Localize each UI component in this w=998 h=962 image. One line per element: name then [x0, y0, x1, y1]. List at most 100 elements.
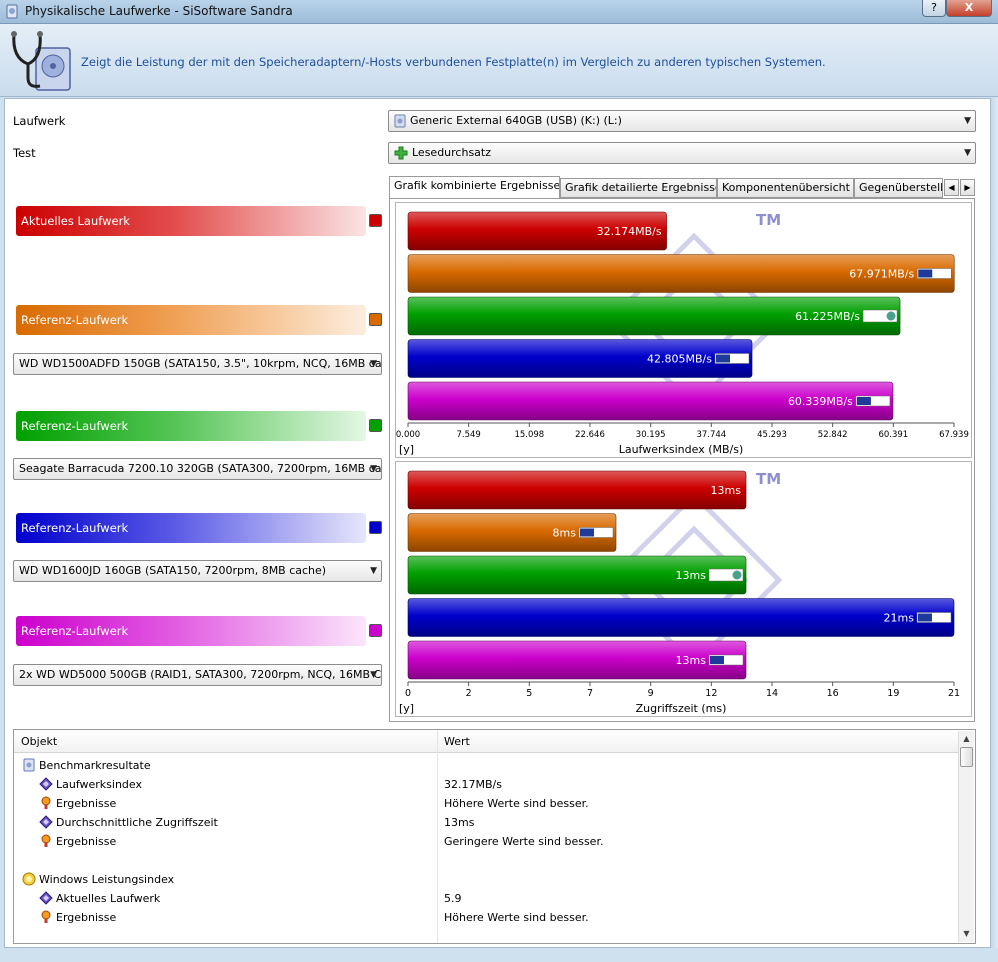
row-label: Benchmarkresultate — [39, 759, 151, 772]
access-time-chart-svg: TM 13ms 8ms 13ms 21ms 13ms 0 2 5 7 9 12 14 16 19 21 [y] Z… — [399, 470, 960, 715]
vertical-scrollbar[interactable]: ▲ ▼ — [958, 731, 974, 942]
x-tick-label: 7 — [587, 688, 593, 699]
row-label: Durchschnittliche Zugriffszeit — [56, 816, 218, 829]
tab-component-overview[interactable]: Komponentenübersicht — [717, 178, 854, 198]
reference-select-1[interactable]: WD WD1500ADFD 150GB (SATA150, 3.5", 10kr… — [13, 353, 382, 375]
test-select-value: Lesedurchsatz — [412, 146, 492, 159]
bar-value-label: 60.339MB/s — [788, 395, 853, 408]
test-select[interactable]: Lesedurchsatz ▼ — [388, 142, 976, 164]
bar-value-label: 42.805MB/s — [647, 353, 712, 366]
header-description: Zeigt die Leistung der mit den Speichera… — [81, 55, 826, 69]
access-time-chart: TM 13ms 8ms 13ms 21ms 13ms 0 2 5 7 9 12 14 16 19 21 [y] Z… — [395, 461, 972, 717]
row-value: Höhere Werte sind besser. — [444, 911, 589, 924]
help-button[interactable]: ? — [922, 0, 946, 17]
wd-logo-icon — [710, 656, 724, 664]
tab-scroll-left-icon[interactable]: ◀ — [944, 179, 959, 196]
reference-select-2[interactable]: Seagate Barracuda 7200.10 320GB (SATA300… — [13, 458, 382, 480]
column-header-value[interactable]: Wert — [437, 730, 959, 753]
bar-value-label: 67.971MB/s — [849, 268, 914, 281]
x-tick-label: 0 — [405, 688, 411, 699]
x-tick-label: 0.000 — [396, 430, 420, 440]
legend-reference-2: Referenz-Laufwerk — [16, 411, 383, 441]
x-axis-title: Laufwerksindex (MB/s) — [619, 443, 744, 456]
x-tick-label: 19 — [887, 688, 899, 699]
watermark-text: TM — [756, 470, 781, 488]
legend-label: Aktuelles Laufwerk — [21, 214, 130, 228]
legend-label: Referenz-Laufwerk — [21, 313, 129, 327]
stethoscope-drive-icon — [11, 31, 71, 91]
diamond-icon — [39, 777, 53, 791]
tab-detailed-results[interactable]: Grafik detailierte Ergebnisse — [560, 178, 717, 198]
throughput-chart: TM 32.174MB/s 67.971MB/s 61.225MB/s 42.805MB… — [395, 202, 972, 458]
row-label: Ergebnisse — [56, 911, 117, 924]
close-button[interactable]: X — [946, 0, 992, 17]
chevron-down-icon: ▼ — [370, 464, 377, 474]
reference-select-value: WD WD1600JD 160GB (SATA150, 7200rpm, 8MB… — [19, 564, 327, 577]
bar-value-label: 8ms — [553, 527, 577, 540]
row-value: 32.17MB/s — [444, 778, 502, 791]
legend-current-drive: Aktuelles Laufwerk — [16, 206, 383, 236]
title-bar: Physikalische Laufwerke - SiSoftware San… — [0, 0, 998, 24]
x-tick-label: 5 — [526, 688, 532, 699]
drive-icon — [23, 758, 35, 772]
seagate-logo-icon — [732, 570, 742, 580]
tab-scroll-right-icon[interactable]: ▶ — [960, 179, 975, 196]
legend-reference-1: Referenz-Laufwerk — [16, 305, 383, 335]
tab-comparison[interactable]: Gegenüberstellu — [854, 178, 943, 198]
x-axis-title: Zugriffszeit (ms) — [636, 702, 727, 715]
wd-logo-icon — [856, 397, 871, 405]
reference-select-4[interactable]: 2x WD WD5000 500GB (RAID1, SATA300, 7200… — [13, 664, 382, 686]
watermark-text: TM — [756, 211, 781, 229]
scrollbar-thumb[interactable] — [960, 747, 973, 767]
chevron-down-icon: ▼ — [370, 670, 377, 680]
diamond-icon — [39, 815, 53, 829]
row-value: 13ms — [444, 816, 475, 829]
column-divider — [437, 730, 438, 943]
tab-combined-results[interactable]: Grafik kombinierte Ergebnisse — [389, 176, 560, 199]
x-tick-label: 15.098 — [514, 430, 544, 440]
x-tick-label: 12 — [705, 688, 717, 699]
x-tick-label: 45.293 — [757, 430, 787, 440]
chart-area: TM 32.174MB/s 67.971MB/s 61.225MB/s 42.805MB… — [389, 198, 975, 722]
wd-logo-icon — [918, 269, 933, 278]
column-header-object[interactable]: Objekt — [14, 730, 437, 753]
drive-select[interactable]: Generic External 640GB (USB) (K:) (L:) ▼ — [388, 110, 976, 132]
x-tick-label: 16 — [827, 688, 839, 699]
results-table: Objekt Wert Benchmarkresultate Laufwerksi… — [13, 729, 976, 944]
main-panel: Laufwerk Generic External 640GB (USB) (K… — [4, 98, 991, 948]
chart-bar — [407, 598, 955, 637]
hint-icon — [41, 910, 51, 923]
drive-select-value: Generic External 640GB (USB) (K:) (L:) — [410, 114, 622, 127]
wd-logo-icon — [918, 613, 932, 622]
throughput-chart-svg: TM 32.174MB/s 67.971MB/s 61.225MB/s 42.805MB… — [396, 211, 969, 456]
scroll-up-icon[interactable]: ▲ — [959, 731, 974, 747]
corner-label: [y] — [399, 702, 414, 715]
scroll-down-icon[interactable]: ▼ — [959, 926, 974, 942]
test-label: Test — [13, 146, 36, 160]
drive-icon — [394, 114, 406, 128]
reference-select-3[interactable]: WD WD1600JD 160GB (SATA150, 7200rpm, 8MB… — [13, 560, 382, 582]
x-tick-label: 14 — [766, 688, 778, 699]
row-label: Ergebnisse — [56, 797, 117, 810]
legend-label: Referenz-Laufwerk — [21, 624, 129, 638]
bar-value-label: 13ms — [676, 569, 707, 582]
windows-icon — [22, 872, 36, 886]
row-label: Laufwerksindex — [56, 778, 143, 791]
legend-swatch — [369, 313, 382, 326]
chevron-down-icon: ▼ — [370, 566, 377, 576]
x-tick-label: 7.549 — [456, 430, 480, 440]
bar-value-label: 61.225MB/s — [795, 310, 860, 323]
bar-value-label: 13ms — [676, 654, 707, 667]
drive-label: Laufwerk — [13, 114, 66, 128]
window-title: Physikalische Laufwerke - SiSoftware San… — [25, 4, 293, 18]
legend-reference-4: Referenz-Laufwerk — [16, 616, 383, 646]
tab-strip: Grafik kombinierte Ergebnisse Grafik det… — [389, 176, 987, 199]
corner-label: [y] — [399, 443, 414, 456]
chevron-down-icon: ▼ — [964, 148, 971, 158]
window-border — [991, 98, 998, 948]
hint-icon — [41, 834, 51, 847]
x-tick-label: 52.842 — [818, 430, 848, 440]
wd-logo-icon — [580, 528, 594, 537]
row-value: Höhere Werte sind besser. — [444, 797, 589, 810]
bar-value-label: 13ms — [711, 484, 742, 497]
